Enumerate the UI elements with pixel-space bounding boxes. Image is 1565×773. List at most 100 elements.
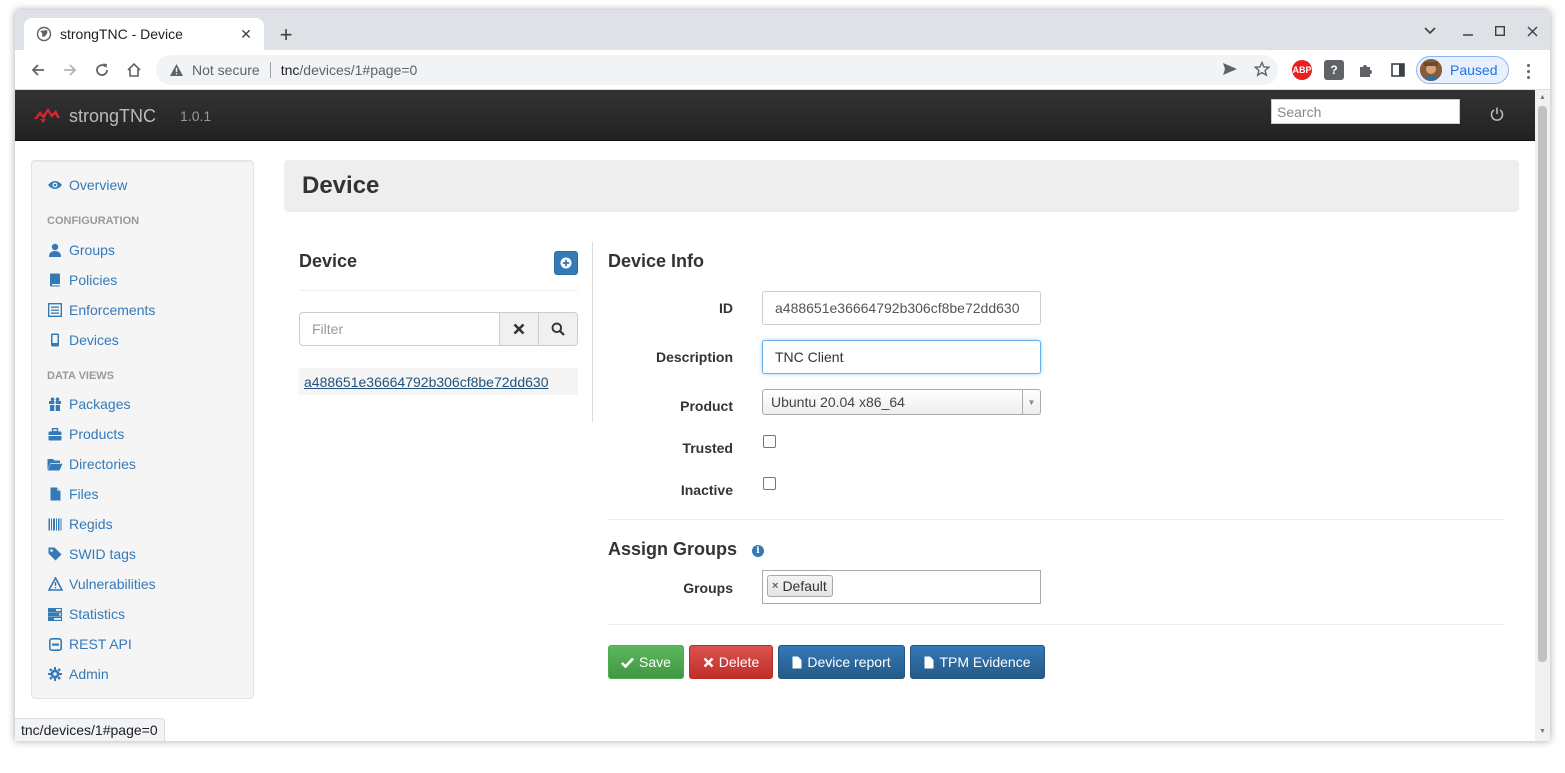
delete-button[interactable]: Delete xyxy=(689,645,773,679)
browser-menu-icon[interactable] xyxy=(1518,60,1538,82)
minimize-icon[interactable] xyxy=(1457,20,1479,42)
profile-button[interactable]: Paused xyxy=(1416,56,1509,84)
sidebar-item-groups[interactable]: Groups xyxy=(47,240,115,260)
remove-icon xyxy=(513,323,525,335)
forward-arrow-icon[interactable] xyxy=(57,57,83,83)
trusted-checkbox[interactable] xyxy=(763,435,776,448)
device-report-label: Device report xyxy=(807,654,891,670)
sidebar-item-regids[interactable]: Regids xyxy=(47,514,113,534)
sidebar-item-label: Statistics xyxy=(69,606,126,622)
browser-tab[interactable]: strongTNC - Device ✕ xyxy=(24,18,264,50)
list-item[interactable]: a488651e36664792b306cf8be72dd630 xyxy=(299,368,578,395)
cog-icon xyxy=(47,666,63,682)
delete-button-label: Delete xyxy=(718,654,760,670)
sidebar-item-overview[interactable]: Overview xyxy=(47,175,127,195)
sidebar-item-label: Packages xyxy=(69,396,131,412)
tab-title: strongTNC - Device xyxy=(60,26,183,42)
search-icon xyxy=(551,322,565,336)
sidebar-item-swid-tags[interactable]: SWID tags xyxy=(47,544,136,564)
side-panel-icon[interactable] xyxy=(1388,60,1408,80)
tpm-evidence-button[interactable]: TPM Evidence xyxy=(910,645,1045,679)
search-button[interactable] xyxy=(539,312,578,346)
logout-power-icon[interactable] xyxy=(1488,105,1506,123)
brand[interactable]: strongTNC 1.0.1 xyxy=(33,104,211,128)
url-host: tnc xyxy=(280,62,300,78)
maximize-icon[interactable] xyxy=(1489,20,1511,42)
sidebar-item-label: Files xyxy=(69,486,99,502)
save-button-label: Save xyxy=(639,654,671,670)
profile-label: Paused xyxy=(1450,62,1498,78)
clear-filter-button[interactable] xyxy=(500,312,539,346)
page-scrollbar[interactable]: ▲ ▼ xyxy=(1535,90,1550,741)
new-tab-button[interactable]: + xyxy=(273,22,299,48)
groups-multiselect[interactable]: × Default xyxy=(762,570,1041,604)
tab-strip: strongTNC - Device ✕ + xyxy=(15,10,1550,50)
sidebar-item-label: REST API xyxy=(69,636,132,652)
inactive-checkbox[interactable] xyxy=(763,477,776,490)
sidebar-item-label: Groups xyxy=(69,242,115,258)
warning-sign-icon xyxy=(47,576,63,592)
scroll-down-icon[interactable]: ▼ xyxy=(1538,728,1547,736)
chevron-down-icon: ▼ xyxy=(1022,390,1040,414)
device-link[interactable]: a488651e36664792b306cf8be72dd630 xyxy=(304,374,548,390)
product-select[interactable]: Ubuntu 20.04 x86_64 ▼ xyxy=(762,389,1041,415)
folder-open-icon xyxy=(47,456,63,472)
browser-window: strongTNC - Device ✕ + Not secure tnc /d… xyxy=(15,10,1550,741)
tab-close-icon[interactable]: ✕ xyxy=(238,26,254,42)
back-arrow-icon[interactable] xyxy=(25,57,51,83)
tasks-icon xyxy=(47,606,63,622)
scroll-up-icon[interactable]: ▲ xyxy=(1538,94,1547,102)
star-icon[interactable] xyxy=(1250,57,1274,81)
device-report-button[interactable]: Device report xyxy=(778,645,905,679)
top-navbar: strongTNC 1.0.1 xyxy=(15,90,1535,141)
add-device-button[interactable] xyxy=(554,251,578,275)
sidebar-item-vulnerabilities[interactable]: Vulnerabilities xyxy=(47,574,156,594)
sidebar-item-label: Admin xyxy=(69,666,109,682)
help-extension-icon[interactable]: ? xyxy=(1324,60,1344,80)
phone-icon xyxy=(47,332,63,348)
product-select-value: Ubuntu 20.04 x86_64 xyxy=(771,394,905,410)
sidebar: Overview CONFIGURATION Groups Policies E… xyxy=(31,160,254,699)
sidebar-item-enforcements[interactable]: Enforcements xyxy=(47,300,155,320)
brand-name: strongTNC xyxy=(69,105,157,126)
sidebar-item-directories[interactable]: Directories xyxy=(47,454,136,474)
sidebar-item-rest-api[interactable]: REST API xyxy=(47,634,132,654)
sidebar-item-admin[interactable]: Admin xyxy=(47,664,109,684)
file-icon xyxy=(924,656,934,668)
device-list-title: Device xyxy=(299,251,358,271)
sidebar-item-files[interactable]: Files xyxy=(47,484,99,504)
sidebar-item-products[interactable]: Products xyxy=(47,424,124,444)
file-icon xyxy=(47,486,63,502)
trusted-label: Trusted xyxy=(682,440,733,456)
save-button[interactable]: Save xyxy=(608,645,684,679)
section-header-configuration: CONFIGURATION xyxy=(47,215,140,227)
description-field[interactable]: TNC Client xyxy=(762,340,1041,374)
sidebar-item-label: Policies xyxy=(69,272,118,288)
assign-groups-title: Assign Groups xyxy=(608,539,738,559)
adblock-extension-icon[interactable]: ABP xyxy=(1292,60,1312,80)
remove-tag-icon[interactable]: × xyxy=(772,580,778,592)
sidebar-item-devices[interactable]: Devices xyxy=(47,330,119,350)
web-page: strongTNC 1.0.1 Overview CONFIGURATION G… xyxy=(15,90,1535,741)
book-icon xyxy=(47,272,63,288)
divider xyxy=(608,624,1505,625)
send-icon[interactable] xyxy=(1218,57,1242,81)
puzzle-extensions-icon[interactable] xyxy=(1356,60,1376,80)
sidebar-item-policies[interactable]: Policies xyxy=(47,270,117,290)
reload-icon[interactable] xyxy=(89,57,115,83)
globe-icon xyxy=(36,26,52,42)
gift-icon xyxy=(47,396,63,412)
tab-search-icon[interactable] xyxy=(1419,20,1441,42)
global-search-input[interactable] xyxy=(1271,99,1460,124)
sidebar-item-statistics[interactable]: Statistics xyxy=(47,604,125,624)
address-bar[interactable]: Not secure tnc/devices/1#page=0 xyxy=(156,55,1278,85)
info-icon[interactable]: i xyxy=(752,545,764,557)
security-status[interactable]: Not secure xyxy=(192,62,260,78)
filter-input[interactable] xyxy=(299,312,500,346)
groups-label: Groups xyxy=(683,580,733,596)
close-window-icon[interactable] xyxy=(1521,20,1543,42)
sidebar-item-packages[interactable]: Packages xyxy=(47,394,130,414)
sidebar-item-label: SWID tags xyxy=(69,546,136,562)
scrollbar-thumb[interactable] xyxy=(1538,106,1547,662)
home-icon[interactable] xyxy=(121,57,147,83)
